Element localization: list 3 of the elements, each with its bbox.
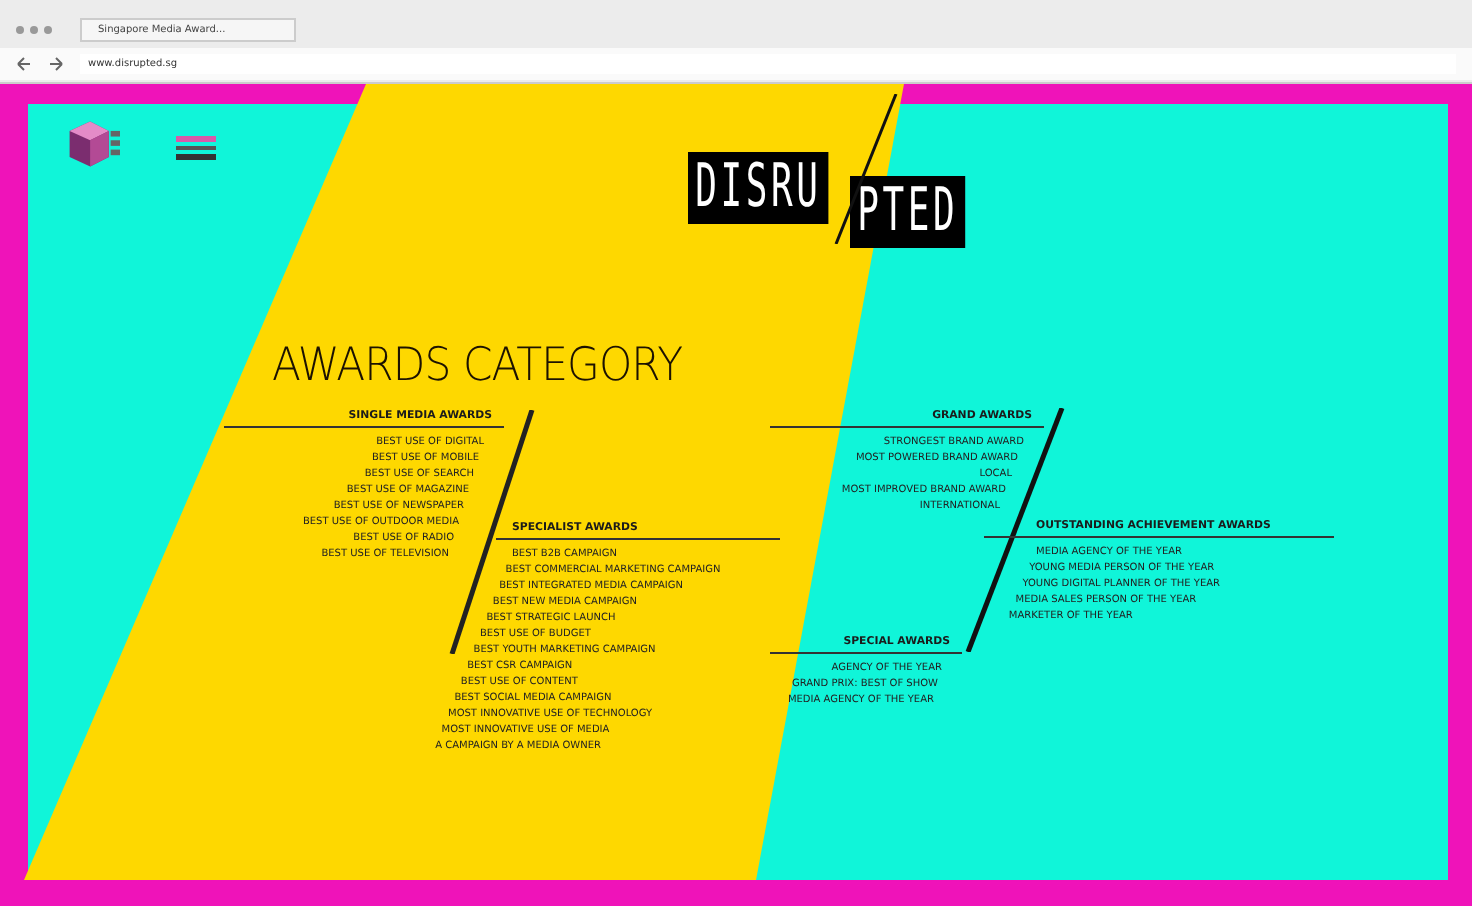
logo-text: DISRU [688,152,829,224]
logo-text: PTED [850,176,966,248]
page-heading: AWARDS CATEGORY [272,340,683,392]
